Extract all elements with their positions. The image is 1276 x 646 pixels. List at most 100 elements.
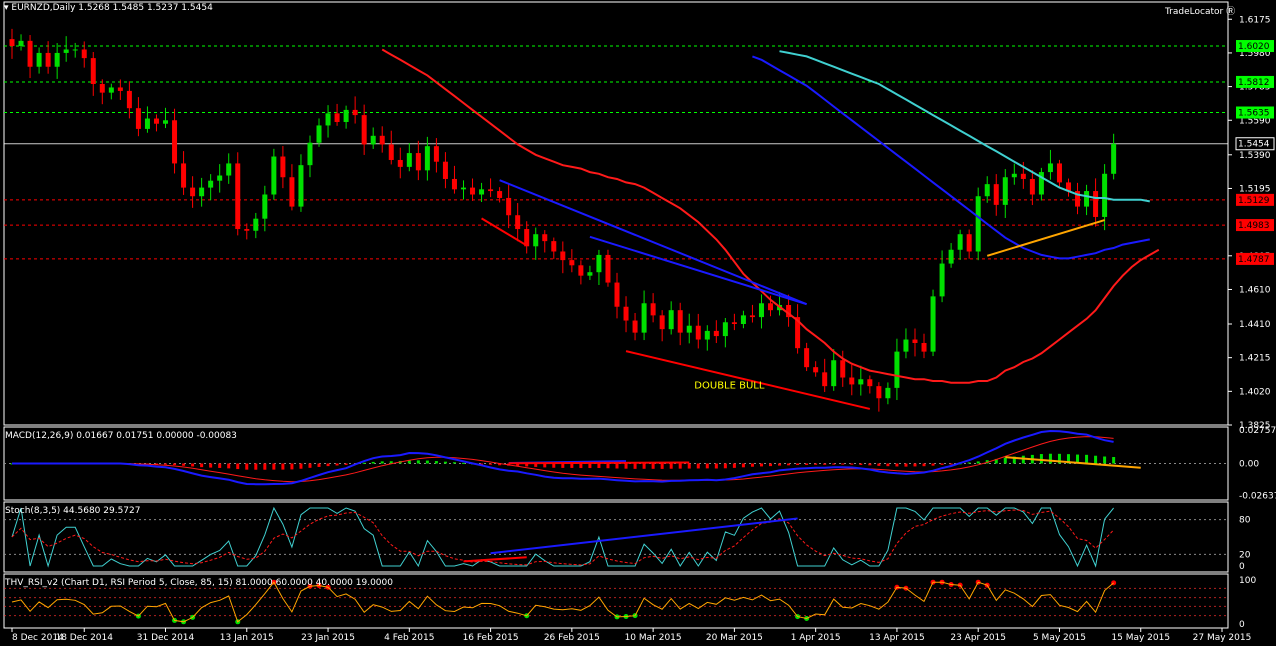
candle-bear: [569, 260, 575, 266]
candle-bear: [126, 90, 132, 109]
ma-red-line: [381, 48, 1160, 384]
candle-bear: [605, 254, 611, 283]
candle-bull: [948, 249, 954, 264]
macd-histogram-bar: [570, 463, 574, 468]
macd-histogram-bar: [904, 463, 908, 467]
macd-histogram-bar: [434, 461, 438, 464]
candle-bull: [885, 387, 891, 399]
macd-histogram-bar: [1003, 457, 1007, 464]
dropdown-arrow-icon[interactable]: ▾: [4, 3, 9, 13]
candle-bear: [379, 135, 385, 145]
macd-histogram-bar: [218, 463, 222, 468]
macd-histogram-bar: [714, 463, 718, 469]
candle-bull: [1084, 191, 1090, 207]
macd-histogram-bar: [1048, 453, 1052, 464]
macd-histogram-bar: [254, 463, 258, 470]
macd-histogram-bar: [976, 461, 980, 464]
candle-bear: [614, 282, 620, 307]
candle-bull: [226, 163, 232, 176]
x-tick-label: 15 May 2015: [1111, 633, 1170, 643]
level-tag-label: 1.5635: [1238, 108, 1270, 118]
candle-bull: [686, 325, 692, 333]
candle-bull: [316, 125, 322, 143]
macd-signal-line: [12, 436, 1114, 483]
macd-tick-label: 0.00: [1239, 460, 1259, 470]
candle-bear: [966, 234, 972, 252]
macd-histogram-bar: [452, 462, 456, 464]
macd-histogram-bar: [182, 463, 186, 466]
macd-trendline-orange: [1005, 456, 1141, 469]
macd-histogram-bar: [651, 463, 655, 469]
macd-histogram-bar: [335, 463, 339, 466]
ma-blue-line: [752, 55, 1150, 260]
rsi-line: [11, 581, 1114, 623]
rsi-tick-label: 100: [1239, 576, 1256, 586]
symbol-header[interactable]: ▾ EURNZD,Daily 1.5268 1.5485 1.5237 1.54…: [4, 3, 213, 13]
macd-histogram-bar: [732, 463, 736, 468]
x-tick-label: 20 Mar 2015: [706, 633, 763, 643]
candle-bear: [190, 187, 196, 197]
candle-bear: [488, 189, 494, 192]
price-pane[interactable]: 1.61751.59801.57851.55901.53901.51951.48…: [3, 1, 1275, 431]
macd-histogram-bar: [272, 463, 276, 470]
candle-bear: [81, 49, 87, 59]
macd-histogram-bar: [416, 460, 420, 464]
macd-histogram-bar: [796, 463, 800, 466]
x-tick-label: 18 Dec 2014: [55, 633, 113, 643]
macd-histogram-bar: [191, 463, 195, 467]
macd-histogram-bar: [236, 463, 240, 470]
candle-bear: [99, 84, 105, 93]
x-tick-label: 1 Apr 2015: [791, 633, 841, 643]
candle-bear: [497, 191, 503, 198]
macd-histogram-bar: [759, 463, 763, 467]
stochastic-tick-label: 0: [1239, 562, 1245, 572]
candle-bear: [433, 146, 439, 162]
x-tick-label: 16 Feb 2015: [463, 633, 519, 643]
candle-bear: [117, 87, 123, 91]
macd-histogram-bar: [1094, 455, 1098, 464]
x-tick-label: 23 Apr 2015: [950, 633, 1006, 643]
candle-bull: [370, 135, 376, 145]
brand-name: TradeLocator: [1165, 7, 1224, 17]
macd-histogram-bar: [561, 463, 565, 468]
price-tick-label: 1.6175: [1239, 15, 1271, 25]
macd-histogram-bar: [371, 461, 375, 464]
candle-bull: [1102, 173, 1108, 217]
candle-bear: [659, 315, 665, 330]
candle-bull: [740, 315, 746, 324]
candle-bull: [758, 303, 764, 318]
macd-histogram-bar: [778, 463, 782, 466]
brand-label: TradeLocator Ⓡ: [1165, 4, 1235, 17]
candle-bull: [1011, 173, 1017, 178]
trading-chart[interactable]: 1.61751.59801.57851.55901.53901.51951.48…: [0, 0, 1276, 646]
macd-histogram-bar: [227, 463, 231, 469]
macd-histogram-bar: [1103, 456, 1107, 464]
candle-bull: [307, 142, 313, 166]
candle-bull: [271, 156, 277, 195]
trendline-blue: [589, 235, 807, 306]
candle-bear: [822, 372, 828, 387]
candle-bear: [451, 178, 457, 190]
macd-histogram-bar: [579, 463, 583, 469]
candle-bull: [587, 272, 593, 276]
stochastic-pane: 80 20 0: [3, 501, 1251, 573]
candle-bear: [731, 322, 737, 324]
macd-histogram-bar: [209, 463, 213, 468]
x-tick-label: 10 Mar 2015: [625, 633, 682, 643]
macd-histogram-bar: [200, 463, 204, 468]
candle-bull: [858, 379, 864, 385]
macd-histogram-bar: [750, 463, 754, 467]
macd-tick-label: -0.02637: [1239, 492, 1276, 502]
candle-bull: [199, 187, 205, 197]
candle-bear: [768, 303, 774, 311]
macd-histogram-bar: [931, 463, 935, 466]
x-tick-label: 4 Feb 2015: [384, 633, 434, 643]
macd-trendline-red: [508, 461, 690, 465]
macd-histogram-bar: [696, 463, 700, 469]
candle-bear: [153, 118, 159, 124]
candle-bull: [262, 194, 268, 219]
stochastic-d-line: [11, 509, 1114, 566]
macd-tick-label: 0.02757: [1239, 426, 1276, 436]
macd-histogram-bar: [344, 463, 348, 465]
candle-bear: [695, 325, 701, 340]
